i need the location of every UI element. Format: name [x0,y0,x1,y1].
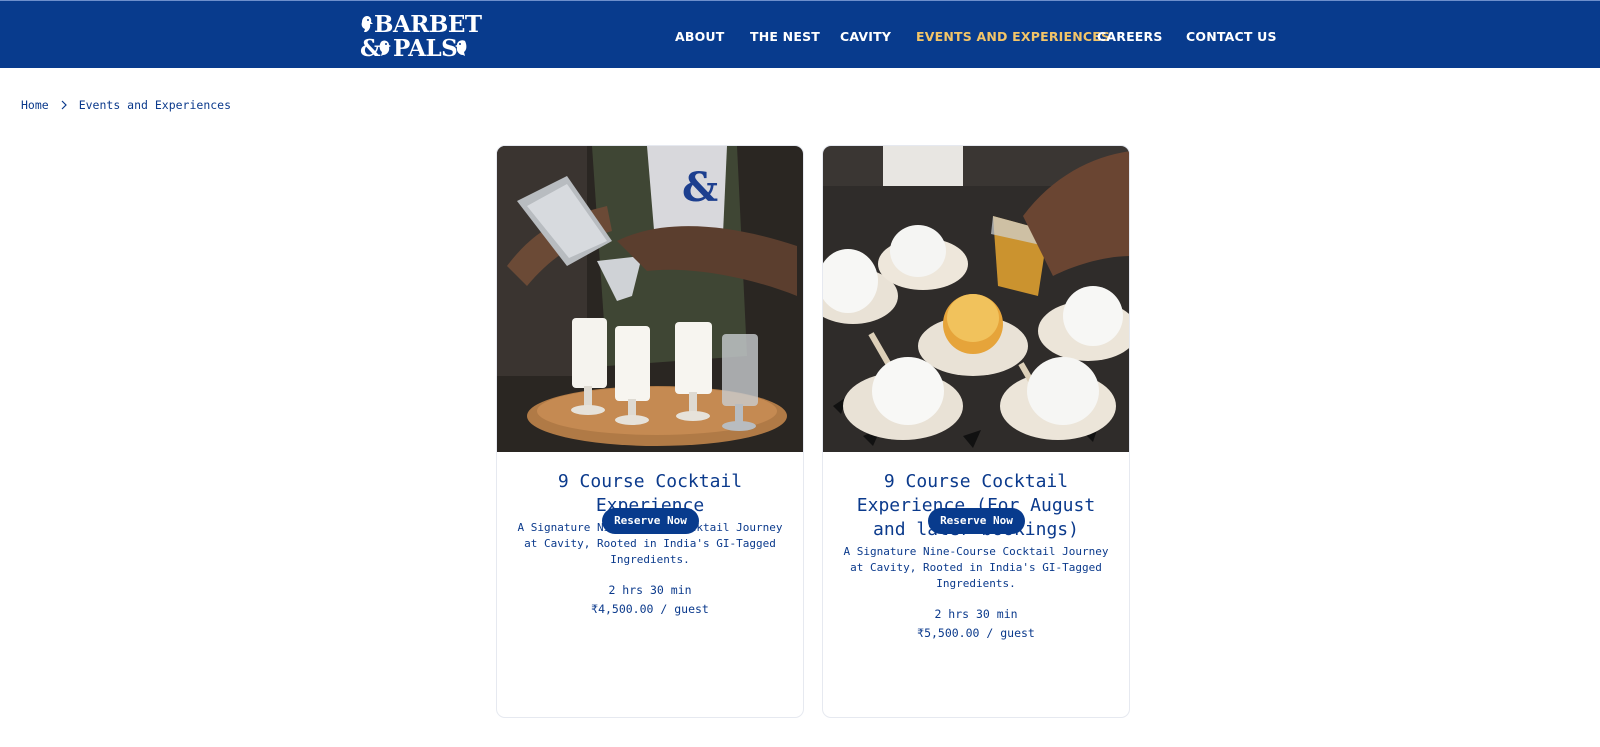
nav-the-nest[interactable]: THE NEST [750,29,820,44]
card-duration: 2 hrs 30 min [608,583,692,597]
reserve-now-button[interactable]: Reserve Now [602,508,699,534]
cocktail-photo: & [497,146,803,452]
card-duration: 2 hrs 30 min [934,607,1018,621]
popsicle-photo [823,146,1129,452]
breadcrumb-home[interactable]: Home [21,98,49,112]
card-description: A Signature Nine-Course Cocktail Journey… [843,545,1109,590]
svg-text:&: & [682,164,718,211]
breadcrumb-current: Events and Experiences [78,98,232,112]
logo-text-barbet: BARBET [374,11,482,38]
nav-about[interactable]: ABOUT [675,29,725,44]
pal-bird-2-icon [455,40,467,56]
card-price: ₹4,500.00 / guest [591,602,709,616]
barbet-bird-icon [361,16,373,32]
card-body: 9 Course Cocktail Experience (For August… [823,452,1129,717]
brand-logo[interactable]: BARBET & PALS [360,11,484,61]
nav-cavity[interactable]: CAVITY [840,29,891,44]
experience-card: & 9 Course Cocktail Experience A Signatu… [496,145,804,718]
experience-card: 9 Course Cocktail Experience (For August… [822,145,1130,718]
popsicle-pour-image [823,146,1129,452]
chevron-right-icon [61,100,67,110]
site-header: BARBET & PALS ABOUT THE NEST CAVITY EVEN… [0,0,1600,68]
nav-contact-us[interactable]: CONTACT US [1186,29,1277,44]
reserve-now-button[interactable]: Reserve Now [928,508,1025,534]
card-body: 9 Course Cocktail Experience A Signature… [497,452,803,717]
nav-careers[interactable]: CAREERS [1097,29,1163,44]
nav-events-and-experiences[interactable]: EVENTS AND EXPERIENCES [916,29,1110,44]
logo-text-pals: PALS [393,35,458,62]
breadcrumb: Home Events and Experiences [21,98,231,112]
pal-bird-icon [379,40,391,56]
cocktail-pour-image: & [497,146,803,452]
card-price: ₹5,500.00 / guest [917,626,1035,640]
